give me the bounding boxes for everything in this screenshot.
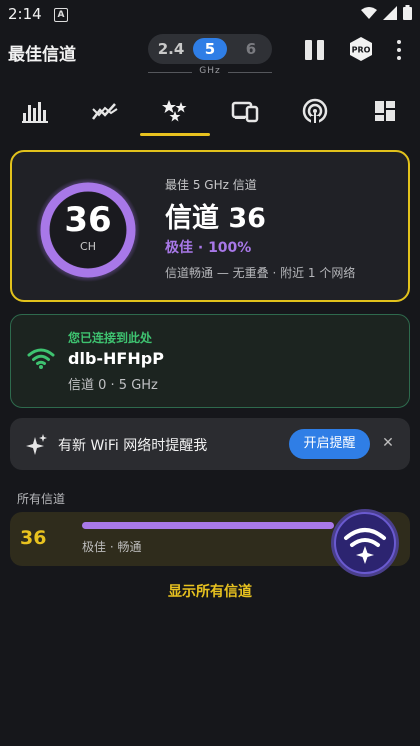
tab-indicator	[140, 133, 210, 136]
connected-details: 信道 0 · 5 GHz	[68, 378, 158, 393]
band-selector[interactable]: 2.4 5 6	[148, 34, 272, 64]
line-chart-icon	[92, 103, 118, 120]
cell-signal-icon	[383, 5, 397, 20]
tab-line-chart[interactable]	[70, 86, 140, 136]
app-bar: 最佳信道 2.4 5 6 GHz PRO	[0, 28, 420, 86]
tab-bar-chart[interactable]	[0, 86, 70, 136]
best-channel-number: 36	[64, 200, 112, 240]
wifi-scan-fab-icon[interactable]	[330, 508, 400, 578]
page-title: 最佳信道	[8, 45, 76, 65]
battery-icon	[403, 5, 412, 20]
more-options-icon[interactable]	[393, 38, 405, 62]
broadcast-icon	[302, 98, 328, 124]
channel-quality-bar	[82, 522, 334, 529]
enable-alerts-button[interactable]: 开启提醒	[289, 429, 370, 459]
best-channel-description: 信道畅通 — 无重叠 · 附近 1 个网络	[165, 266, 356, 280]
channel-row-quality: 极佳 · 畅通	[82, 540, 142, 554]
close-icon[interactable]: ✕	[378, 431, 398, 455]
band-5-option[interactable]: 5	[193, 38, 227, 60]
tab-devices[interactable]	[210, 86, 280, 136]
tab-broadcast[interactable]	[280, 86, 350, 136]
pause-icon	[305, 40, 312, 60]
pro-badge-icon[interactable]: PRO	[348, 36, 374, 62]
band-6-option[interactable]: 6	[234, 38, 268, 60]
tab-best-channel[interactable]	[140, 86, 210, 136]
connected-label: 您已连接到此处	[68, 331, 153, 345]
connected-ssid: dlb-HFHpP	[68, 349, 164, 368]
connected-network-card[interactable]: 您已连接到此处 dlb-HFHpP 信道 0 · 5 GHz	[10, 314, 410, 408]
best-channel-quality: 极佳 · 100%	[165, 240, 252, 256]
show-all-channels-link[interactable]: 显示所有信道	[0, 581, 420, 601]
bar-chart-icon	[22, 102, 48, 123]
best-channel-title: 信道 36	[165, 203, 266, 234]
wifi-icon	[27, 348, 55, 369]
band-unit-label: GHz	[148, 66, 272, 76]
devices-icon	[231, 101, 259, 123]
tab-bar	[0, 86, 420, 138]
best-channel-unit: CH	[80, 240, 96, 253]
status-bar: 2:14 A	[0, 0, 420, 28]
notify-text: 有新 WiFi 网络时提醒我	[58, 438, 208, 454]
best-channel-subtitle: 最佳 5 GHz 信道	[165, 178, 257, 192]
grid-icon	[375, 101, 395, 121]
best-channel-card: 36 CH 最佳 5 GHz 信道 信道 36 极佳 · 100% 信道畅通 —…	[10, 150, 410, 302]
tab-grid[interactable]	[350, 86, 420, 136]
pause-button[interactable]	[302, 38, 328, 62]
notify-banner: 有新 WiFi 网络时提醒我 开启提醒 ✕	[10, 418, 410, 470]
sparkle-icon	[26, 434, 47, 455]
all-channels-label: 所有信道	[17, 492, 66, 506]
svg-text:PRO: PRO	[352, 46, 371, 55]
stars-icon	[162, 100, 187, 122]
channel-row-number: 36	[20, 527, 47, 549]
wifi-signal-icon	[361, 6, 377, 19]
status-time: 2:14	[8, 5, 42, 23]
band-2-4-option[interactable]: 2.4	[154, 38, 188, 60]
notification-badge-icon: A	[54, 8, 68, 22]
